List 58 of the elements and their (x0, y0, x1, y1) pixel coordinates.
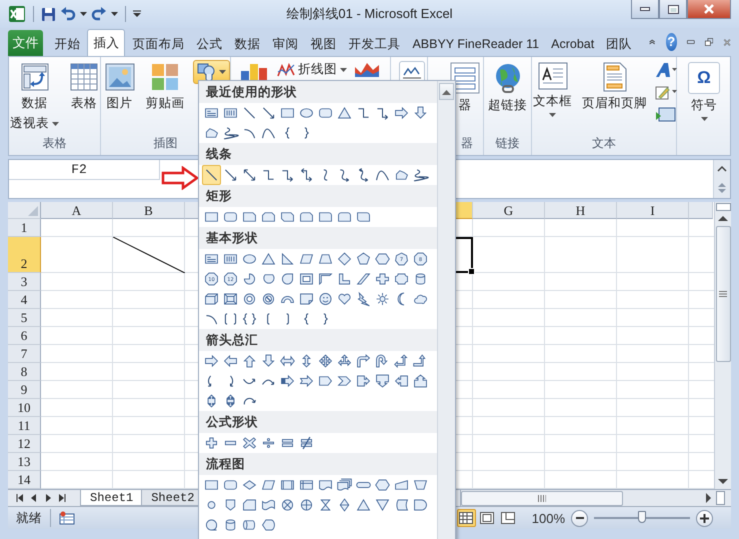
status-text: 就绪 (15, 510, 42, 526)
column-header[interactable]: G (473, 202, 545, 219)
row-header[interactable]: 6 (8, 327, 41, 345)
window-title: 绘制斜线01 - Microsoft Excel (285, 5, 454, 23)
gallery-section-title: 线条 (199, 143, 437, 165)
group-label: 插图 (154, 135, 178, 152)
omega-symbol-icon: Ω (688, 62, 720, 94)
row-header[interactable]: 8 (8, 363, 41, 381)
column-header[interactable]: H (545, 202, 617, 219)
row-header[interactable]: 2 (8, 237, 41, 273)
ribbon-tab[interactable]: 页面布局 (127, 32, 190, 56)
ribbon-tab[interactable]: 插入 (87, 29, 126, 56)
table-button[interactable]: 表格 (67, 60, 101, 114)
picture-button[interactable]: 图片 (102, 60, 138, 114)
row-header[interactable]: 9 (8, 381, 41, 399)
row-header[interactable]: 12 (8, 435, 41, 453)
row-header[interactable]: 11 (8, 417, 41, 435)
ribbon-tab[interactable]: 视图 (305, 32, 342, 56)
ribbon-tab[interactable]: 公式 (191, 32, 228, 56)
file-tab[interactable]: 文件 (8, 30, 44, 56)
line-chart-button[interactable]: 折线图 (277, 61, 347, 78)
hyperlink-button[interactable]: 超链接 (486, 60, 529, 116)
gallery-section-title: 最近使用的形状 (199, 81, 437, 103)
row-header[interactable]: 5 (8, 309, 41, 327)
name-box[interactable]: F2 (9, 160, 160, 180)
ribbon-tab[interactable]: 数据 (229, 32, 266, 56)
row-header[interactable]: 10 (8, 399, 41, 417)
text-box-button[interactable]: 文本框 (531, 60, 574, 119)
symbol-button[interactable]: Ω 符号 (686, 60, 722, 123)
gallery-section-title: 箭头总汇 (199, 329, 437, 351)
sheet-tab[interactable]: Sheet1 (80, 490, 144, 506)
gallery-section-title: 公式形状 (199, 411, 437, 433)
group-label: 表格 (42, 135, 66, 152)
pivot-table-button[interactable]: 数据 透视表 (8, 60, 61, 134)
ribbon-tab[interactable]: Acrobat (546, 32, 600, 56)
column-header[interactable]: I (617, 202, 689, 219)
ribbon-tab[interactable]: 开始 (49, 32, 86, 56)
row-header[interactable]: 13 (8, 453, 41, 471)
header-footer-button[interactable]: 页眉和页脚 (580, 60, 649, 114)
clip-art-button[interactable]: 剪贴画 (144, 60, 186, 114)
zoom-level[interactable]: 100% (532, 510, 565, 526)
group-label: 链接 (496, 135, 520, 152)
group-label: 器 (461, 135, 473, 152)
row-header[interactable]: 3 (8, 273, 41, 291)
group-label: 文本 (592, 135, 616, 152)
ribbon-tab[interactable]: 审阅 (267, 32, 304, 56)
row-header[interactable]: 14 (8, 471, 41, 489)
row-header[interactable]: 1 (8, 219, 41, 237)
row-header[interactable]: 7 (8, 345, 41, 363)
column-header[interactable]: A (41, 202, 113, 219)
ribbon-tab[interactable]: ABBYY FineReader 11 (407, 32, 544, 56)
row-header[interactable]: 4 (8, 291, 41, 309)
gallery-section-title: 基本形状 (199, 227, 437, 249)
column-header[interactable]: B (113, 202, 185, 219)
ribbon-tab[interactable]: 团队 (601, 32, 638, 56)
gallery-section-title: 流程图 (199, 453, 437, 475)
gallery-section-title: 矩形 (199, 185, 437, 207)
ribbon-tab[interactable]: 开发工具 (343, 32, 406, 56)
